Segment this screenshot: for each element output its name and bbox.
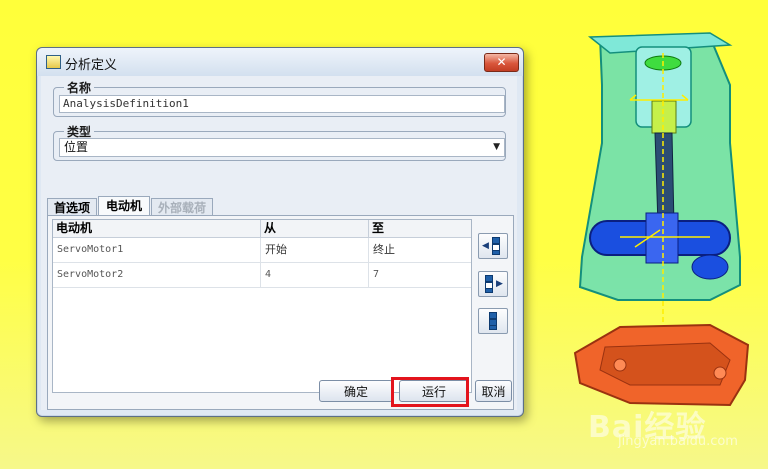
title-bar[interactable]: 分析定义 ✕ bbox=[37, 48, 523, 76]
name-input[interactable]: AnalysisDefinition1 bbox=[59, 95, 505, 113]
ok-button[interactable]: 确定 bbox=[319, 380, 393, 402]
column-header-from[interactable]: 从 bbox=[261, 220, 369, 237]
baidu-watermark-url: jingyan.baidu.com bbox=[618, 434, 738, 449]
tab-preferences[interactable]: 首选项 bbox=[47, 198, 97, 216]
column-header-motor[interactable]: 电动机 bbox=[53, 220, 261, 237]
app-icon bbox=[46, 55, 61, 69]
cell-from[interactable]: 开始 bbox=[261, 238, 369, 262]
tab-motors[interactable]: 电动机 bbox=[98, 196, 150, 216]
chevron-down-icon: ▼ bbox=[493, 142, 500, 152]
table-row[interactable]: ServoMotor2 4 7 bbox=[53, 263, 471, 288]
motor-table: 电动机 从 至 ServoMotor1 开始 终止 ServoMotor2 4 … bbox=[52, 219, 472, 393]
tab-preferences-label: 首选项 bbox=[53, 201, 90, 215]
analysis-definition-dialog: 分析定义 ✕ 名称 AnalysisDefinition1 类型 位置 ▼ 首选… bbox=[36, 47, 524, 417]
window-title: 分析定义 bbox=[65, 58, 118, 73]
tab-external-loads-label: 外部载荷 bbox=[157, 201, 206, 215]
name-group-label: 名称 bbox=[67, 81, 92, 95]
cell-from[interactable]: 4 bbox=[261, 263, 369, 287]
table-view-button[interactable] bbox=[478, 308, 508, 334]
cell-to[interactable]: 7 bbox=[369, 263, 471, 287]
type-select-value: 位置 bbox=[64, 140, 89, 154]
table-header: 电动机 从 至 bbox=[53, 220, 471, 238]
tab-external-loads: 外部载荷 bbox=[151, 198, 213, 216]
run-button-highlight bbox=[391, 377, 469, 407]
edit-motor-button[interactable]: ▶ bbox=[478, 271, 508, 297]
close-button[interactable]: ✕ bbox=[484, 53, 519, 72]
cell-to[interactable]: 终止 bbox=[369, 238, 471, 262]
cancel-button[interactable]: 取消 bbox=[475, 380, 512, 402]
mechanism-3d-model bbox=[573, 32, 750, 407]
add-motor-button[interactable]: ◀ bbox=[478, 233, 508, 259]
table-row[interactable]: ServoMotor1 开始 终止 bbox=[53, 238, 471, 263]
cell-motor[interactable]: ServoMotor2 bbox=[53, 263, 261, 287]
column-header-to[interactable]: 至 bbox=[369, 220, 471, 237]
cell-motor[interactable]: ServoMotor1 bbox=[53, 238, 261, 262]
tab-motors-label: 电动机 bbox=[105, 199, 142, 213]
dialog-body: 名称 AnalysisDefinition1 类型 位置 ▼ 首选项 电动机 外… bbox=[41, 76, 517, 410]
type-select[interactable]: 位置 ▼ bbox=[59, 138, 505, 157]
